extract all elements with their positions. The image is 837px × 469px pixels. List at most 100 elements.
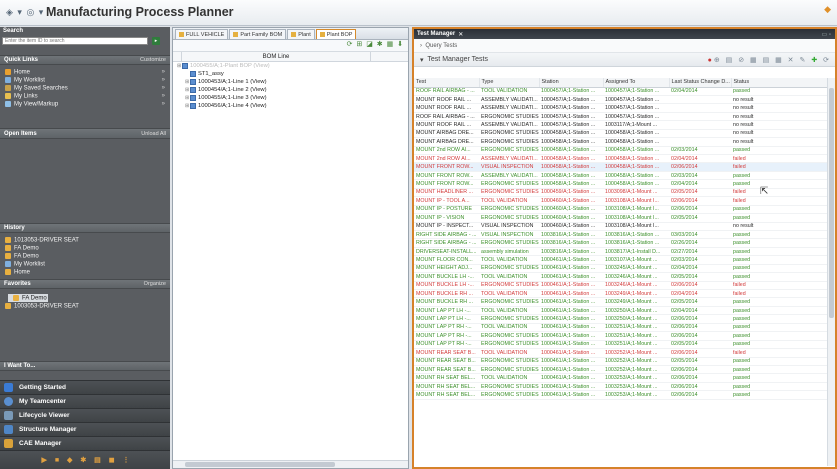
- test-row[interactable]: MOUNT HEIGHT ADJ... ERGONOMIC STUDIES 1000…: [414, 264, 827, 274]
- quick-links-header[interactable]: Quick Links Customize: [0, 55, 170, 65]
- test-manager-tab[interactable]: Test Manager ✕ ▭ ▫: [414, 29, 835, 39]
- test-cell: MOUNT RH SEAT BEL...: [414, 382, 479, 392]
- chevron-right-icon: »: [161, 85, 165, 91]
- open-items-header[interactable]: Open Items Unload All: [0, 128, 170, 139]
- test-cell: passed: [731, 213, 827, 223]
- bom-line-row[interactable]: ⊞ 1000456/A;1-Line 4 (View): [173, 102, 408, 110]
- tool-cae-manager[interactable]: CAE Manager: [0, 436, 170, 450]
- test-row[interactable]: MOUNT BUCKLE LH -... TOOL VALIDATION 10004…: [414, 272, 827, 282]
- column-header[interactable]: Station: [539, 78, 604, 88]
- i-want-to-header[interactable]: I Want To...: [0, 361, 170, 371]
- minimize-icon[interactable]: ▭ ▫: [822, 31, 831, 38]
- bom-toolbar[interactable]: ⟳ ⊞ ◪ ✱ ▦ ⬇: [173, 40, 408, 52]
- customize-link[interactable]: Customize: [140, 57, 166, 63]
- test-row[interactable]: ROOF RAIL AIRBAG - ... ERGONOMIC STUDIES 1…: [414, 112, 827, 122]
- quick-link-item[interactable]: My Links »: [0, 92, 170, 100]
- organize-link[interactable]: Organize: [144, 281, 166, 287]
- column-header[interactable]: Test: [414, 78, 480, 88]
- test-row[interactable]: MOUNT LAP PT RH -... TOOL VALIDATION 10004…: [414, 323, 827, 333]
- editor-tab[interactable]: Plant: [287, 29, 315, 39]
- editor-tab[interactable]: Plant BOP: [315, 29, 357, 39]
- history-item[interactable]: 1013053-DRIVER SEAT: [0, 236, 170, 244]
- quick-link-item[interactable]: My View/Markup »: [0, 100, 170, 108]
- test-row[interactable]: MOUNT BUCKLE RH ... ERGONOMIC STUDIES 1000…: [414, 297, 827, 307]
- favorite-item[interactable]: 1003053-DRIVER SEAT: [0, 302, 170, 310]
- editor-tab[interactable]: Part Family BOM: [229, 29, 287, 39]
- test-row[interactable]: RIGHT SIDE AIRBAG - ... ERGONOMIC STUDIES…: [414, 238, 827, 248]
- tool-getting-started[interactable]: Getting Started: [0, 380, 170, 394]
- history-item[interactable]: FA Demo: [0, 252, 170, 260]
- test-row[interactable]: ROOF RAIL AIRBAG - ... TOOL VALIDATION 100…: [414, 87, 827, 96]
- column-header[interactable]: Last Status Change D...: [669, 78, 732, 88]
- test-cell: passed: [731, 365, 827, 375]
- test-cell: ERGONOMIC STUDIES: [479, 179, 539, 189]
- test-row[interactable]: MOUNT LAP PT RH -... ERGONOMIC STUDIES 100…: [414, 331, 827, 341]
- test-row[interactable]: MOUNT 2nd ROW AI... ERGONOMIC STUDIES 1000…: [414, 146, 827, 156]
- test-row[interactable]: MOUNT LAP PT RH -... ERGONOMIC STUDIES 100…: [414, 340, 827, 350]
- test-row[interactable]: MOUNT BUCKLE RH ... TOOL VALIDATION 100046…: [414, 289, 827, 299]
- test-cell: 1000458/A;1-Station ...: [603, 154, 669, 164]
- tool-structure-manager[interactable]: Structure Manager: [0, 422, 170, 436]
- test-row[interactable]: MOUNT ROOF RAIL ... ASSEMBLY VALIDATI... 1…: [414, 95, 827, 105]
- test-row[interactable]: MOUNT FRONT ROW... VISUAL INSPECTION 10004…: [414, 162, 827, 172]
- tool-shortcut-bar[interactable]: ▶ ■ ◆ ✱ ▤ ◼ ⋮: [0, 450, 170, 469]
- editor-tab[interactable]: FULL VEHICLE: [175, 29, 229, 39]
- search-input[interactable]: [2, 37, 148, 45]
- test-row[interactable]: MOUNT AIRBAG DRE... ERGONOMIC STUDIES 1000…: [414, 129, 827, 139]
- search-go-icon[interactable]: ▸: [152, 37, 160, 45]
- unload-all-link[interactable]: Unload All: [141, 131, 166, 137]
- test-row[interactable]: MOUNT REAR SEAT B... ERGONOMIC STUDIES 100…: [414, 365, 827, 375]
- bom-line-row[interactable]: ⊞ 1000454/A;1-Line 2 (View): [173, 86, 408, 94]
- tool-lifecycle-viewer[interactable]: Lifecycle Viewer: [0, 408, 170, 422]
- test-row[interactable]: MOUNT FLOOR CON... TOOL VALIDATION 1000461…: [414, 255, 827, 265]
- test-row[interactable]: MOUNT RH SEAT BEL... ERGONOMIC STUDIES 100…: [414, 382, 827, 392]
- column-header[interactable]: Assigned To: [603, 78, 670, 88]
- bom-line-row[interactable]: ⊞ 1000455/A;1-Plant BOP (View): [173, 62, 408, 70]
- horizontal-scrollbar[interactable]: [173, 460, 408, 468]
- column-header[interactable]: Type: [479, 78, 540, 88]
- bom-line-row[interactable]: ST1_assy: [173, 70, 408, 78]
- test-row[interactable]: MOUNT ROOF RAIL ... ASSEMBLY VALIDATI... 1…: [414, 120, 827, 130]
- query-tests-section[interactable]: › Query Tests: [414, 39, 835, 53]
- test-row[interactable]: MOUNT LAP PT LH -... ERGONOMIC STUDIES 100…: [414, 314, 827, 324]
- test-row[interactable]: RIGHT SIDE AIRBAG - ... VISUAL INSPECTION…: [414, 230, 827, 240]
- test-row[interactable]: MOUNT REAR SEAT B... TOOL VALIDATION 10004…: [414, 348, 827, 358]
- test-cell: no result: [731, 103, 827, 113]
- favorite-item[interactable]: FA Demo: [8, 294, 48, 302]
- orange-status-icon[interactable]: ◆: [824, 4, 831, 15]
- history-header[interactable]: History: [0, 223, 170, 233]
- bom-line-row[interactable]: ⊞ 1000453/A;1-Line 1 (View): [173, 78, 408, 86]
- app-menu-icon[interactable]: ◈ ▾ ◎ ▾: [6, 7, 44, 18]
- test-row[interactable]: MOUNT RH SEAT BEL... TOOL VALIDATION 10004…: [414, 373, 827, 383]
- test-row[interactable]: MOUNT BUCKLE LH -... ERGONOMIC STUDIES 100…: [414, 281, 827, 291]
- test-row[interactable]: MOUNT IP - POSTURE ERGONOMIC STUDIES 10004…: [414, 205, 827, 215]
- test-row[interactable]: MOUNT LAP PT LH -... TOOL VALIDATION 10004…: [414, 306, 827, 316]
- test-row[interactable]: MOUNT IP - TOOL A... TOOL VALIDATION 10004…: [414, 196, 827, 206]
- test-row[interactable]: MOUNT 2nd ROW AI... ASSEMBLY VALIDATI... 1…: [414, 154, 827, 164]
- test-row[interactable]: DRIVERSEAT-INSTALL... assembly simulation…: [414, 247, 827, 257]
- test-row[interactable]: MOUNT ROOF RAIL ... ASSEMBLY VALIDATI... 1…: [414, 103, 827, 113]
- test-row[interactable]: MOUNT FRONT ROW... ASSEMBLY VALIDATI... 10…: [414, 171, 827, 181]
- test-toolbar[interactable]: ●⊕ ▤ ⊘ ▦ ▤ ▦ ✕ ✎ ✚ ⟳: [708, 56, 831, 64]
- quick-link-item[interactable]: My Worklist »: [0, 76, 170, 84]
- test-row[interactable]: MOUNT IP - VISION ERGONOMIC STUDIES 100046…: [414, 213, 827, 223]
- tool-my-teamcenter[interactable]: My Teamcenter: [0, 394, 170, 408]
- history-item[interactable]: Home: [0, 268, 170, 276]
- bom-line-row[interactable]: ⊞ 1000455/A;1-Line 3 (View): [173, 94, 408, 102]
- test-cell: 1003249/A;1-Mount ...: [603, 297, 669, 307]
- quick-link-item[interactable]: Home »: [0, 68, 170, 76]
- test-cell: MOUNT FRONT ROW...: [414, 162, 479, 172]
- favorites-header[interactable]: Favorites Organize: [0, 279, 170, 289]
- column-header[interactable]: Status: [731, 78, 828, 88]
- close-icon[interactable]: ✕: [458, 31, 463, 38]
- test-row[interactable]: MOUNT AIRBAG DRE... ERGONOMIC STUDIES 1000…: [414, 137, 827, 147]
- test-row[interactable]: MOUNT REAR SEAT B... ERGONOMIC STUDIES 100…: [414, 357, 827, 366]
- bom-line-column[interactable]: BOM Line: [182, 52, 371, 61]
- test-row[interactable]: MOUNT IP - INSPECT... VISUAL INSPECTION 10…: [414, 222, 827, 231]
- test-row[interactable]: MOUNT RH SEAT BEL... ERGONOMIC STUDIES 100…: [414, 390, 827, 400]
- history-item[interactable]: FA Demo: [0, 244, 170, 252]
- vertical-scrollbar[interactable]: [827, 78, 835, 466]
- bom-tree: ⊞ 1000455/A;1-Plant BOP (View) ST1_assy ⊞ 10…: [173, 62, 408, 110]
- history-item[interactable]: My Worklist: [0, 260, 170, 268]
- quick-link-item[interactable]: My Saved Searches »: [0, 84, 170, 92]
